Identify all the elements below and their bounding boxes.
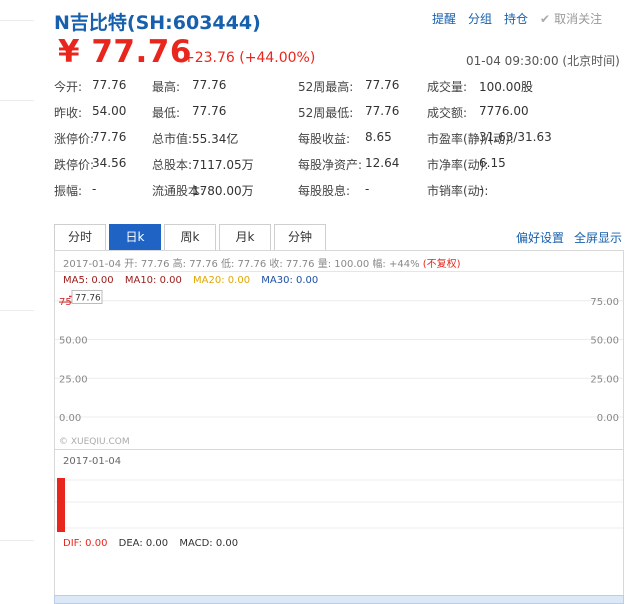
stat-item: 市销率(动): - <box>427 182 488 199</box>
macd-label: MACD: 0.00 <box>179 538 239 549</box>
stat-item: 昨收: 54.00 <box>54 104 126 121</box>
watermark: © XUEQIU.COM <box>59 437 130 447</box>
stat-label: 成交额: <box>427 106 468 120</box>
left-edge <box>0 0 50 604</box>
y-tick-label-right: 75.00 <box>590 297 619 308</box>
current-price: ¥ 77.76 <box>58 34 192 70</box>
y-tick-label-left: 0.00 <box>59 413 81 424</box>
volume-bar <box>57 478 65 532</box>
stat-item: 最高: 77.76 <box>152 78 226 95</box>
stat-item: 今开: 77.76 <box>54 78 126 95</box>
tab-2[interactable]: 周k <box>164 224 216 250</box>
stat-item: 最低: 77.76 <box>152 104 226 121</box>
stat-value: 77.76 <box>192 104 227 118</box>
stat-label: 总市值: <box>152 132 193 146</box>
stat-value: 77.76 <box>365 78 400 92</box>
tab-3[interactable]: 月k <box>219 224 271 250</box>
y-tick-label-left: 50.00 <box>59 336 88 347</box>
stat-label: 52周最高: <box>298 80 354 94</box>
check-icon: ✔ <box>540 12 551 26</box>
stat-value: 7776.00 <box>479 104 529 118</box>
stat-value: 8.65 <box>365 130 392 144</box>
stat-label: 最低: <box>152 106 181 120</box>
stat-item: 52周最低: 77.76 <box>298 104 399 121</box>
stat-item: 振幅: - <box>54 182 96 199</box>
stat-value: 77.76 <box>192 78 227 92</box>
stat-value: 77.76 <box>92 130 127 144</box>
group-link[interactable]: 分组 <box>468 10 492 27</box>
stat-item: 总市值: 55.34亿 <box>152 130 238 147</box>
stat-value: 31.63/31.63 <box>479 130 552 144</box>
stat-label: 52周最低: <box>298 106 354 120</box>
stat-label: 涨停价: <box>54 132 95 146</box>
stat-label: 跌停价: <box>54 158 95 172</box>
y-tick-label-right: 50.00 <box>590 336 619 347</box>
stat-item: 成交额: 7776.00 <box>427 104 529 121</box>
stat-label: 成交量: <box>427 80 468 94</box>
stat-label: 总股本: <box>152 158 193 172</box>
prefs-link[interactable]: 偏好设置 <box>516 229 564 246</box>
y-tick-label-left: 25.00 <box>59 374 88 385</box>
stat-label: 每股股息: <box>298 184 351 198</box>
stat-value: 100.00股 <box>479 80 533 94</box>
stat-item: 52周最高: 77.76 <box>298 78 399 95</box>
stat-item: 总股本: 7117.05万 <box>152 156 254 173</box>
stat-item: 每股净资产: 12.64 <box>298 156 399 173</box>
macd-legend: DIF: 0.00 DEA: 0.00 MACD: 0.00 <box>63 538 246 549</box>
stat-label: 每股收益: <box>298 132 351 146</box>
stat-value: - <box>365 182 370 196</box>
stat-value: 77.76 <box>365 104 400 118</box>
stat-item: 流通股本: 1780.00万 <box>152 182 254 199</box>
stat-item: 跌停价: 34.56 <box>54 156 126 173</box>
hold-link[interactable]: 持仓 <box>504 10 528 27</box>
stat-value: 12.64 <box>365 156 400 170</box>
stat-label: 今开: <box>54 80 83 94</box>
stat-value: 6.15 <box>479 156 506 170</box>
stat-value: - <box>92 182 97 196</box>
stat-item: 涨停价: 77.76 <box>54 130 126 147</box>
edge-line <box>0 20 34 21</box>
y-tick-label-right: 0.00 <box>597 413 619 424</box>
stat-label: 每股净资产: <box>298 158 363 172</box>
stat-item: 每股股息: - <box>298 182 369 199</box>
stat-value: - <box>479 182 484 196</box>
macd-panel[interactable]: 2017-01-04 DIF: 0.00 DEA: 0.00 MACD: 0.0… <box>54 450 624 600</box>
edge-line <box>0 310 34 311</box>
tab-0[interactable]: 分时 <box>54 224 106 250</box>
stat-value: 1780.00万 <box>192 184 254 198</box>
price-change: +23.76 (+44.00%) <box>183 50 316 66</box>
alert-link[interactable]: 提醒 <box>432 10 456 27</box>
stat-value: 77.76 <box>92 78 127 92</box>
stat-value: 55.34亿 <box>192 132 239 146</box>
stat-item: 成交量: 100.00股 <box>427 78 533 95</box>
stat-label: 振幅: <box>54 184 83 198</box>
stat-label: 昨收: <box>54 106 83 120</box>
edge-line <box>0 540 34 541</box>
stat-label: 最高: <box>152 80 181 94</box>
edge-line <box>0 100 34 101</box>
fullscreen-link[interactable]: 全屏显示 <box>574 229 622 246</box>
stat-value: 7117.05万 <box>192 158 254 172</box>
kline-chart[interactable]: 2017-01-04 开: 77.76 高: 77.76 低: 77.76 收:… <box>54 250 624 450</box>
kline-plot: 75.00 50.00 50.00 25.00 25.00 0.00 0.00 75 77.76… <box>55 289 623 447</box>
price-marker-label: 77.76 <box>75 293 101 303</box>
y-tick-label-right: 25.00 <box>590 374 619 385</box>
unfollow-button[interactable]: ✔ 取消关注 <box>540 10 602 27</box>
dif-label: DIF: 0.00 <box>63 538 108 549</box>
tab-1[interactable]: 日k <box>109 224 161 250</box>
dea-label: DEA: 0.00 <box>118 538 169 549</box>
stat-item: 每股收益: 8.65 <box>298 130 392 147</box>
y-tick-label-top: 75 <box>59 297 72 308</box>
stat-value: 54.00 <box>92 104 127 118</box>
unfollow-label: 取消关注 <box>554 12 603 26</box>
range-scrollbar[interactable] <box>54 595 624 604</box>
stat-item: 市盈率(静)/(动): 31.63/31.63 <box>427 130 552 147</box>
stock-title[interactable]: N吉比特(SH:603444) <box>54 8 261 35</box>
volume-plot <box>55 478 623 532</box>
quote-time: 01-04 09:30:00 (北京时间) <box>466 54 620 68</box>
stat-item: 市净率(动): 6.15 <box>427 156 506 173</box>
stat-value: 34.56 <box>92 156 127 170</box>
tab-4[interactable]: 分钟 <box>274 224 326 250</box>
